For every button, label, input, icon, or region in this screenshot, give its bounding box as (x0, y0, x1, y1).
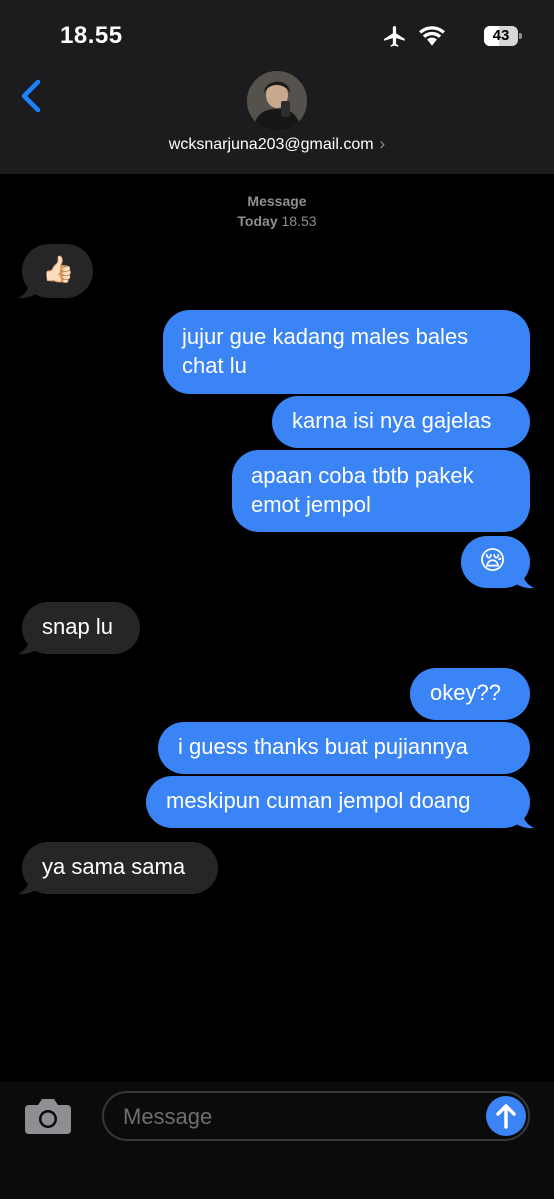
wifi-icon (419, 26, 445, 46)
arrow-up-icon (496, 1104, 516, 1129)
contact-avatar[interactable] (247, 71, 307, 131)
bubble-tail (18, 874, 40, 895)
bubble-tail (512, 808, 534, 829)
message-bubble-outgoing[interactable]: karna isi nya gajelas (272, 396, 530, 448)
chevron-right-icon: › (379, 134, 386, 153)
message-bubble-outgoing[interactable]: meskipun cuman jempol doang (146, 776, 530, 828)
bubble-tail (512, 568, 534, 589)
thread-meta: Message Today 18.53 (0, 191, 554, 231)
status-icons: 43 (378, 24, 522, 50)
chevron-left-icon (21, 79, 41, 113)
message-line: emot jempol (251, 492, 371, 517)
status-time: 18.55 (60, 22, 123, 49)
message-text: i guess thanks buat pujiannya (178, 734, 468, 759)
camera-button[interactable] (23, 1096, 73, 1136)
message-bubble-outgoing[interactable]: okey?? (410, 668, 530, 720)
message-bubble-incoming[interactable]: ya sama sama (22, 842, 218, 894)
service-label: Message (247, 193, 307, 209)
battery-icon: 43 (484, 26, 522, 46)
message-bubble-outgoing[interactable]: apaan coba tbtb pakek emot jempol (232, 450, 530, 532)
message-bubble-outgoing[interactable]: jujur gue kadang males bales chat lu (163, 310, 530, 394)
message-text: ya sama sama (42, 854, 186, 879)
message-input-field[interactable] (102, 1091, 530, 1141)
send-button[interactable] (486, 1096, 526, 1136)
airplane-icon (384, 26, 405, 47)
battery-percent: 43 (492, 27, 510, 44)
bubble-tail (18, 634, 40, 655)
contact-email: wcksnarjuna203@gmail.com (168, 136, 374, 153)
message-emoji: 😪 (479, 545, 507, 575)
message-text: karna isi nya gajelas (292, 408, 492, 433)
message-text: snap lu (42, 614, 113, 639)
avatar-photo (247, 71, 307, 131)
message-line: jujur gue kadang males bales (182, 324, 469, 349)
message-emoji: 👍🏻 (42, 254, 75, 284)
message-line: chat lu (182, 353, 247, 378)
conversation-header: 18.55 43 wcksnarjuna203@gmail.com › (0, 0, 554, 174)
status-bar: 18.55 43 (0, 0, 554, 70)
timestamp-day: Today (237, 213, 278, 229)
battery-tip (519, 33, 522, 39)
thread-timestamp: Today 18.53 (0, 211, 554, 231)
message-input[interactable] (123, 1103, 463, 1131)
message-line: apaan coba tbtb pakek (251, 463, 474, 488)
message-text: okey?? (430, 680, 501, 705)
timestamp-time: 18.53 (281, 213, 317, 229)
contact-name-row[interactable]: wcksnarjuna203@gmail.com › (0, 134, 554, 154)
back-button[interactable] (14, 76, 50, 116)
message-bubble-outgoing[interactable]: i guess thanks buat pujiannya (158, 722, 530, 774)
bubble-tail (18, 278, 40, 299)
camera-icon (25, 1099, 71, 1134)
message-text: meskipun cuman jempol doang (166, 788, 471, 813)
